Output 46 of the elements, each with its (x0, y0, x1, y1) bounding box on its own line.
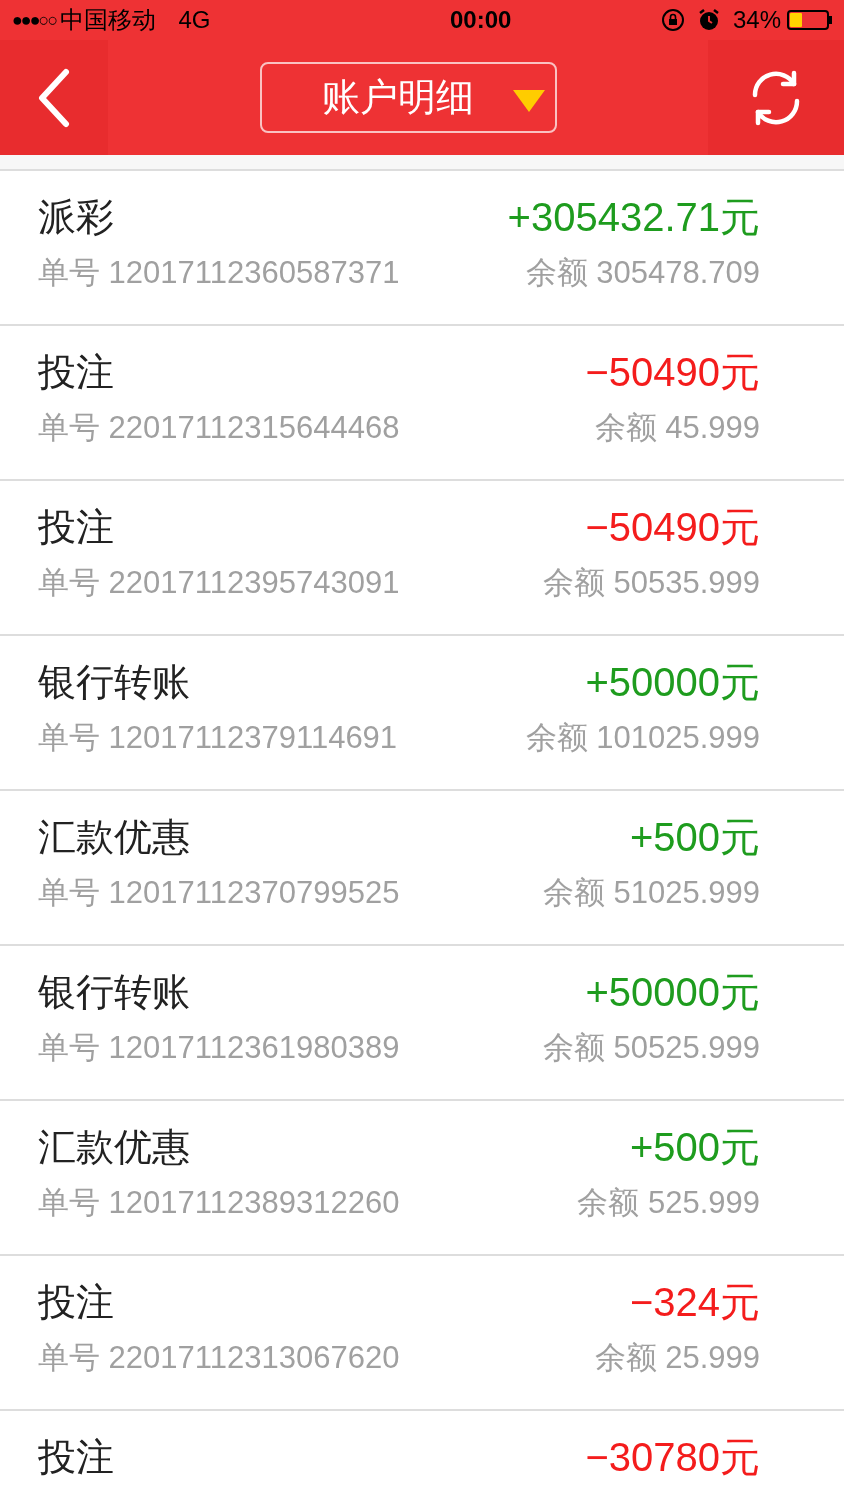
refresh-button[interactable] (708, 40, 844, 155)
carrier-name: 中国移动 (60, 5, 157, 35)
balance: 余额 50535.999 (542, 564, 760, 602)
record-title: 投注 (38, 350, 114, 395)
battery-icon (787, 10, 829, 30)
record-title: 派彩 (38, 195, 114, 240)
balance: 余额 101025.999 (525, 719, 760, 757)
record-amount: −50490元 (585, 504, 760, 551)
balance: 余额 50525.999 (542, 1029, 760, 1067)
signal-icon: ●●●○○ (12, 6, 57, 34)
clock: 00:00 (449, 5, 512, 35)
record-amount: −30780元 (585, 1434, 760, 1481)
title-dropdown[interactable]: 账户明细 (259, 62, 557, 133)
order-number: 单号 22017112313067620 (38, 1339, 400, 1377)
record-amount: +50000元 (585, 659, 760, 706)
record-amount: +500元 (629, 814, 760, 861)
balance: 余额 525.999 (577, 1184, 760, 1222)
order-number: 单号 22017112315644468 (38, 409, 400, 447)
balance: 余额 51025.999 (542, 874, 760, 912)
record-title: 投注 (38, 1280, 114, 1325)
record-title: 投注 (38, 505, 114, 550)
order-number: 单号 22017112395743091 (38, 564, 400, 602)
record-amount: −324元 (629, 1279, 760, 1326)
order-number: 单号 12017112360587371 (38, 254, 400, 292)
dropdown-caret-icon (512, 90, 545, 112)
rotation-lock-icon (660, 8, 685, 32)
record-title: 银行转账 (38, 970, 190, 1015)
balance: 余额 25.999 (594, 1339, 760, 1377)
balance: 余额 305478.709 (525, 254, 760, 292)
record-title: 汇款优惠 (38, 815, 190, 860)
battery-percent: 34% (732, 5, 781, 35)
record-title: 银行转账 (38, 660, 190, 705)
record-amount: +305432.71元 (507, 194, 760, 241)
order-number: 单号 12017112361980389 (38, 1029, 400, 1067)
record-amount: −50490元 (585, 349, 760, 396)
network-type: 4G (178, 5, 211, 35)
record-title: 汇款优惠 (38, 1125, 190, 1170)
order-number: 单号 12017112379114691 (38, 719, 398, 757)
record-amount: +50000元 (585, 969, 760, 1016)
order-number: 单号 12017112389312260 (38, 1184, 400, 1222)
order-number: 单号 12017112370799525 (38, 874, 400, 912)
record-title: 投注 (38, 1435, 114, 1480)
back-button[interactable] (0, 40, 108, 155)
balance: 余额 45.999 (594, 409, 760, 447)
back-icon (37, 67, 71, 128)
record-amount: +500元 (629, 1124, 760, 1171)
